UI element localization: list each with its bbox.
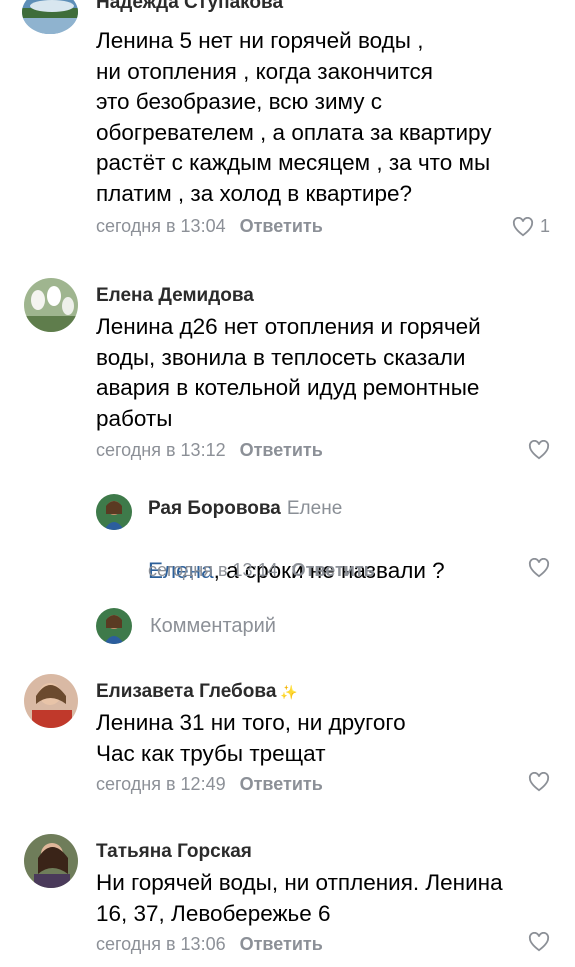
comment-author[interactable]: Елена Демидова (96, 285, 254, 307)
heart-outline-icon (528, 772, 550, 792)
comment-author[interactable]: Татьяна Горская (96, 841, 252, 863)
comment-text: Ленина д26 нет отопления и горячей воды,… (96, 314, 481, 431)
sparkle-emoji-icon: ✨ (280, 684, 298, 700)
heart-outline-icon (528, 558, 550, 578)
comment-meta: сегодня в 13:04 Ответить (96, 216, 323, 237)
like-button[interactable] (528, 932, 550, 952)
like-button[interactable] (528, 558, 550, 578)
comment-author-name[interactable]: Елизавета Глебова (96, 681, 276, 702)
reply-button[interactable]: Ответить (240, 216, 323, 236)
comment-meta: сегодня в 13:06 Ответить (96, 934, 323, 955)
reply-to-label[interactable]: Елене (287, 498, 342, 519)
comment-text: Ленина 31 ни того, ни другого Час как тр… (96, 710, 406, 766)
comment-meta: сегодня в 13:14 Ответить (148, 560, 375, 581)
heart-outline-icon (512, 216, 534, 236)
like-count: 1 (540, 216, 551, 236)
comment-author: Рая Боровова Елене (148, 498, 342, 520)
avatar[interactable] (24, 278, 78, 332)
reply-button[interactable]: Ответить (240, 440, 323, 460)
like-button[interactable]: 1 (512, 216, 550, 237)
comment-time: сегодня в 12:49 (96, 774, 226, 794)
comment-text: Ленина 5 нет ни горячей воды , ни отопле… (96, 28, 492, 206)
comment-time: сегодня в 13:14 (148, 560, 278, 580)
comment-meta: сегодня в 13:12 Ответить (96, 440, 323, 461)
comment-compose[interactable]: Комментарий (96, 608, 276, 644)
comment-meta: сегодня в 12:49 Ответить (96, 774, 323, 795)
heart-outline-icon (528, 440, 550, 460)
avatar[interactable] (22, 0, 78, 34)
reply-button[interactable]: Ответить (240, 934, 323, 954)
avatar[interactable] (96, 494, 132, 530)
like-button[interactable] (528, 772, 550, 792)
comment-author: Елизавета Глебова ✨ (96, 681, 298, 703)
heart-outline-icon (528, 932, 550, 952)
reply-button[interactable]: Ответить (240, 774, 323, 794)
reply-button[interactable]: Ответить (292, 560, 375, 580)
comment-author[interactable]: Надежда Ступакова (96, 0, 283, 14)
comment-time: сегодня в 13:12 (96, 440, 226, 460)
reply-author-name[interactable]: Рая Боровова (148, 498, 281, 519)
avatar[interactable] (24, 674, 78, 728)
avatar[interactable] (24, 834, 78, 888)
like-button[interactable] (528, 440, 550, 460)
comment-input[interactable]: Комментарий (150, 615, 276, 638)
avatar (96, 608, 132, 644)
comment-time: сегодня в 13:06 (96, 934, 226, 954)
comment-time: сегодня в 13:04 (96, 216, 226, 236)
comment-text: Ни горячей воды, ни отпления. Ленина 16,… (96, 870, 503, 926)
